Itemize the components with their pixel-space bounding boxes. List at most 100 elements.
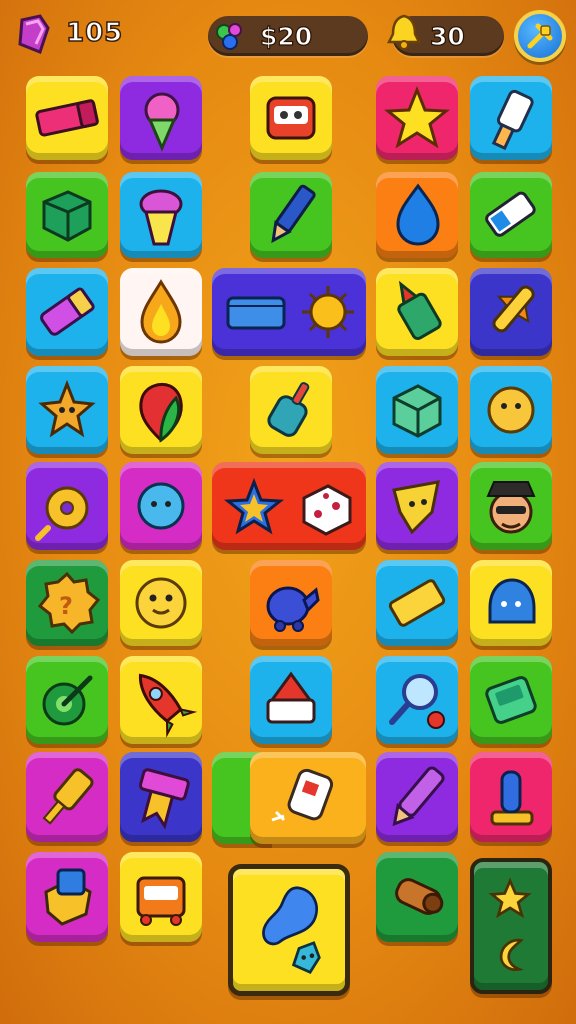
tile-orange-robot[interactable] (120, 852, 202, 942)
battery-icon (485, 191, 536, 237)
tile-gadget[interactable] (470, 76, 552, 160)
pencil-icon (271, 184, 316, 244)
tile-blue-elephant[interactable] (250, 560, 332, 646)
tile-combo-star-dice[interactable] (212, 462, 366, 550)
bell-icon (386, 14, 422, 50)
target-icon (42, 675, 93, 726)
tile-face-hat[interactable] (470, 462, 552, 550)
tile-smiley[interactable] (120, 560, 202, 646)
tile-blue-bag[interactable] (26, 852, 108, 942)
svg-text:?: ? (59, 592, 73, 620)
tile-handheld-console[interactable] (470, 656, 552, 744)
orange-robot-icon (136, 876, 186, 926)
tile-leaf-drop[interactable] (120, 366, 202, 454)
green-cube-icon (392, 384, 442, 438)
tile-glue[interactable] (376, 268, 458, 356)
yellow-puff-icon (487, 386, 535, 434)
cube-icon (42, 190, 92, 242)
tile-pencil[interactable] (250, 172, 332, 258)
purple-pencil-icon (392, 766, 445, 827)
money-value: $20 (259, 21, 313, 51)
bell-value: 30 (429, 21, 465, 51)
marker-icon (267, 382, 310, 437)
money-counter: $20 (208, 16, 368, 56)
star-dice-icon (223, 477, 352, 536)
gem-icon (18, 14, 50, 54)
tile-cube[interactable] (26, 172, 108, 258)
tile-yellow-block[interactable] (376, 560, 458, 646)
tile-fire-drop[interactable] (120, 268, 202, 356)
red-gem-cube-icon (266, 671, 316, 724)
tile-rocket-pen[interactable] (470, 268, 552, 356)
tile-wooden-cannon[interactable] (376, 852, 458, 942)
glue-icon (397, 280, 442, 340)
tile-target[interactable] (26, 656, 108, 744)
gems-cluster-icon (216, 23, 242, 50)
tile-donut[interactable] (26, 462, 108, 550)
tile-puzzle-badge[interactable]: ? (26, 560, 108, 646)
handheld-console-icon (485, 676, 537, 724)
blue-puff-icon (137, 482, 185, 530)
tile-red-gem-cube[interactable] (250, 656, 332, 744)
tile-cupcake[interactable] (120, 172, 202, 258)
tile-battery[interactable] (470, 172, 552, 258)
yellow-flag-icon (392, 480, 440, 535)
tile-paper-roll[interactable] (250, 752, 366, 844)
bell-counter: 30 (386, 14, 504, 56)
tile-star[interactable] (376, 76, 458, 160)
tile-crayon[interactable] (26, 268, 108, 356)
joystick-icon (490, 770, 534, 826)
starfish-icon (38, 379, 96, 438)
rocket-pen-icon (492, 285, 535, 333)
wooden-cannon-icon (395, 878, 444, 915)
blue-bag-icon (44, 868, 92, 926)
star-moon-icon (488, 877, 532, 972)
tile-magnifier[interactable] (376, 656, 458, 744)
yellow-block-icon (388, 579, 446, 627)
tile-yellow-puff[interactable] (470, 366, 552, 454)
settings-button[interactable] (514, 10, 566, 62)
top-hud: 105 $20 30 (0, 0, 576, 72)
eraser-icon (35, 99, 99, 137)
rocket-icon (138, 673, 198, 738)
puzzle-badge-icon: ? (37, 571, 101, 635)
tile-jelly-drop-selected[interactable] (228, 864, 350, 996)
ice-cream-icon (144, 92, 180, 152)
settings-icon (527, 23, 553, 49)
bookmark-icon (138, 768, 190, 830)
gem-count: 105 (65, 17, 124, 49)
leaf-drop-icon (139, 383, 183, 443)
tile-green-cube[interactable] (376, 366, 458, 454)
tile-purple-pencil[interactable] (376, 752, 458, 842)
magnifier-icon (389, 674, 445, 729)
star-icon (384, 85, 450, 149)
tile-ice-cream[interactable] (120, 76, 202, 160)
face-hat-icon (486, 481, 536, 534)
blue-drop-icon (396, 183, 440, 246)
crayon-icon (40, 287, 95, 336)
tile-combo-block-spiky[interactable] (212, 268, 366, 356)
tile-eraser[interactable] (26, 76, 108, 160)
tile-blue-helmet[interactable] (470, 560, 552, 646)
blue-elephant-icon (266, 586, 320, 632)
spiky-ball-icon (302, 286, 354, 338)
jelly-drop-icon (262, 886, 321, 974)
usb-stick-icon (42, 768, 94, 825)
tile-star-moon[interactable] (470, 858, 552, 994)
paper-roll-icon (271, 768, 334, 822)
tile-starfish[interactable] (26, 366, 108, 454)
blue-helmet-icon (488, 578, 536, 624)
smiley-icon (135, 577, 187, 629)
tile-blue-puff[interactable] (120, 462, 202, 550)
tile-joystick[interactable] (470, 752, 552, 842)
donut-icon (35, 486, 89, 541)
tile-marker[interactable] (250, 366, 332, 454)
tile-rocket[interactable] (120, 656, 202, 744)
tile-bookmark[interactable] (120, 752, 202, 842)
fire-drop-icon (140, 279, 182, 344)
tile-usb-stick[interactable] (26, 752, 108, 842)
tile-blue-drop[interactable] (376, 172, 458, 258)
tile-yellow-flag[interactable] (376, 462, 458, 550)
gadget-icon (491, 89, 534, 151)
tile-robot-head[interactable] (250, 76, 332, 160)
